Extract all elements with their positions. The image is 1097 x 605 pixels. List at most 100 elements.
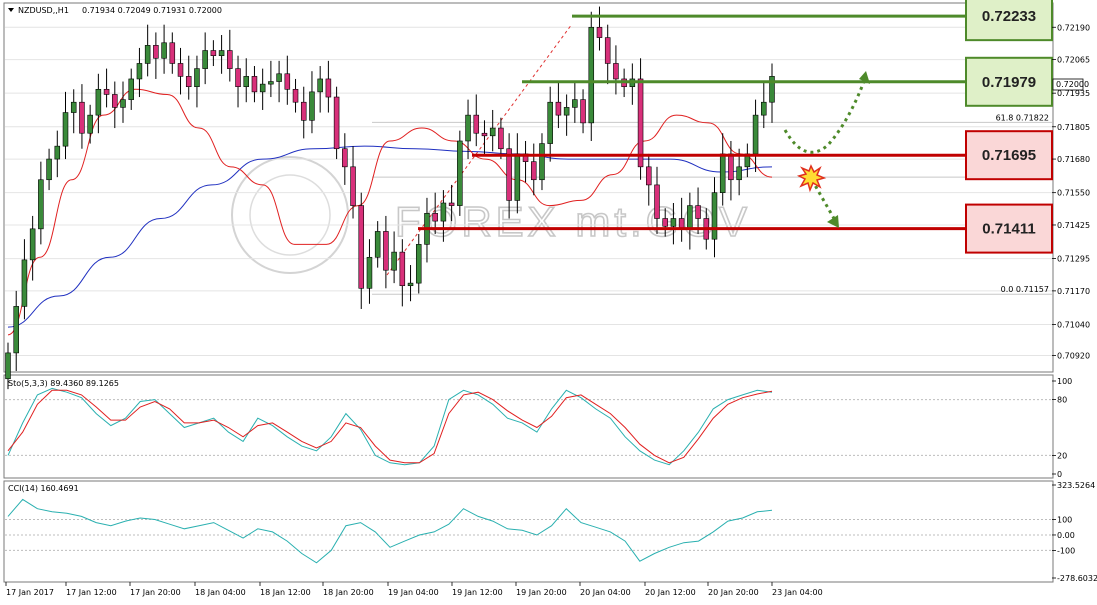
time-tick-label: 19 Jan 12:00 [452,588,503,597]
price-tick-label: 0.71680 [1057,155,1090,164]
bearish-candle [646,166,652,186]
bullish-candle [415,244,422,284]
bullish-candle [29,228,36,261]
chart-header: NZDUSD,,H1 0.71934 0.72049 0.71931 0.720… [8,6,222,15]
bullish-candle [136,63,143,80]
bearish-candle [498,127,504,150]
bullish-candle [687,205,693,230]
bearish-candle [284,73,291,90]
bullish-candle [374,231,381,258]
bullish-candle [752,114,759,155]
bullish-candle [120,99,126,108]
bullish-candle [38,179,44,230]
price-tick-label: 0.70920 [1057,351,1090,360]
bullish-candle [761,101,767,116]
cci-tick-label: 0.00 [1057,531,1075,540]
bearish-candle [530,161,537,181]
bullish-candle [46,158,52,181]
bullish-candle [366,256,373,289]
fibonacci-level-label: 0.0 0.71157 [1001,285,1049,294]
bullish-candle [21,259,28,307]
bullish-candle [563,107,570,116]
bullish-candle [670,218,677,227]
price-tick-label: 0.71170 [1057,287,1090,296]
bearish-candle [325,78,332,98]
bullish-candle [769,76,775,103]
stochastic-tick-label: 80 [1057,396,1067,405]
bullish-candle [218,50,225,56]
time-tick-label: 20 Jan 12:00 [645,588,696,597]
bullish-candle [317,78,323,93]
fibonacci-level-label: 61.8 0.71822 [996,113,1049,122]
time-tick-label: 19 Jan 04:00 [388,588,439,597]
bullish-candle [62,112,69,147]
bearish-candle [169,42,176,64]
bearish-candle [580,99,586,124]
time-tick-label: 19 Jan 20:00 [516,588,567,597]
stochastic-tick-label: 0 [1057,470,1062,479]
bearish-candle [292,88,299,103]
bearish-candle [596,26,603,38]
bearish-candle [210,50,217,56]
symbol-title: NZDUSD,,H1 [18,6,69,15]
bearish-candle [432,213,438,222]
bullish-candle [514,153,521,201]
bearish-candle [185,76,192,88]
time-tick-label: 20 Jan 20:00 [708,588,759,597]
level-label-resistance: 0.71979 [982,74,1036,91]
bullish-candle [128,78,134,100]
bullish-candle [572,99,578,108]
level-label-pivot: 0.71695 [982,147,1036,164]
bearish-candle [235,68,241,88]
bearish-candle [728,153,734,181]
bullish-candle [95,88,102,116]
bearish-candle [300,101,307,121]
chart-canvas: FOREX mt.GOV 61.8 0.7182238.2 0.71...0.0… [0,0,1097,605]
bearish-candle [481,132,488,137]
stochastic-tick-label: 20 [1057,451,1067,460]
bearish-candle [79,101,85,134]
cci-tick-label: -278.6032 [1057,574,1097,583]
bearish-candle [695,205,701,219]
bullish-candle [547,101,553,144]
bullish-candle [54,145,61,160]
cci-tick-label: 100 [1057,516,1072,525]
bearish-candle [383,231,389,271]
bearish-candle [613,63,619,80]
bearish-candle [153,45,159,59]
price-tick-label: 0.71295 [1057,255,1090,264]
bullish-candle [5,352,11,380]
bearish-candle [103,88,110,95]
bullish-candle [465,114,471,142]
bearish-candle [358,205,365,289]
bearish-candle [473,114,480,134]
stochastic-tick-label: 100 [1057,377,1072,386]
bearish-candle [654,184,660,219]
time-tick-label: 18 Jan 12:00 [260,588,311,597]
bullish-candle [440,202,447,222]
price-tick-label: 0.72065 [1057,56,1090,65]
bullish-candle [87,114,93,134]
cci-title: CCI(14) 160.4691 [8,484,79,493]
bullish-candle [391,251,397,271]
bullish-candle [457,140,463,206]
bearish-candle [399,251,406,287]
cci-tick-label: 323.5264 [1057,481,1095,490]
bullish-candle [276,73,282,82]
level-label-support: 0.71411 [982,221,1035,238]
bullish-candle [194,68,200,88]
cci-tick-label: -100 [1057,546,1075,555]
bullish-candle [719,153,726,193]
bearish-candle [604,37,611,64]
bullish-candle [588,26,595,124]
price-tick-label: 0.71805 [1057,123,1090,132]
bullish-candle [407,282,414,287]
time-tick-label: 18 Jan 04:00 [195,588,246,597]
bullish-candle [202,50,208,69]
time-tick-label: 18 Jan 20:00 [323,588,374,597]
current-price-marker: 0.72000 [1052,78,1089,91]
bullish-candle [309,91,315,121]
level-label-target: 0.72233 [982,8,1036,25]
bearish-candle [555,101,562,116]
bullish-candle [259,83,266,93]
